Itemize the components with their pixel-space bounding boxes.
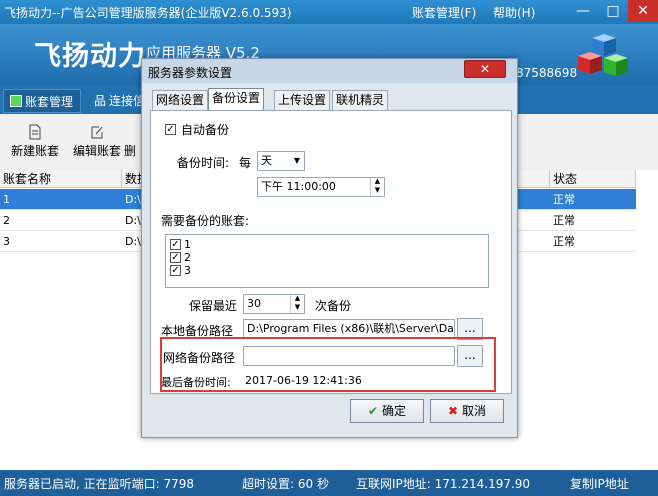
network-icon: 品 [94, 94, 107, 108]
tab-label: 账套管理 [25, 95, 74, 109]
new-document-icon [29, 124, 41, 140]
backup-time-field[interactable]: 下午 11:00:00 ▲ ▼ [257, 177, 385, 197]
cell-name: 1 [0, 189, 122, 210]
accounts-label: 需要备份的账套: [161, 214, 250, 228]
accounts-checklist: ✓ 1 ✓ 2 ✓ 3 [165, 234, 489, 288]
every-label: 每 [239, 156, 252, 170]
account-name: 3 [184, 264, 191, 277]
column-header-name[interactable]: 账套名称 [0, 170, 122, 188]
x-icon: ✖ [447, 404, 459, 418]
server-settings-dialog: 服务器参数设置 ✕ 网络设置 备份设置 上传设置 联机精灵 ✓ 自动备份 备份时… [141, 58, 518, 438]
account-checkbox[interactable]: ✓ [170, 239, 181, 250]
timeout-status: 超时设置: 60 秒 [242, 477, 329, 491]
cell-name: 2 [0, 210, 122, 231]
cell-status: 正常 [550, 231, 636, 252]
cell-status: 正常 [550, 189, 636, 210]
spinner-arrows-icon[interactable]: ▲ ▼ [370, 178, 384, 196]
copy-ip-button[interactable]: 复制IP地址 [570, 475, 629, 492]
keep-count-stepper[interactable]: 30 ▲ ▼ [243, 294, 305, 314]
cancel-button[interactable]: ✖ 取消 [430, 399, 504, 423]
edit-icon [91, 126, 103, 139]
new-account-label: 新建账套 [10, 144, 59, 158]
keep-label: 保留最近 [189, 299, 238, 313]
account-checkbox[interactable]: ✓ [170, 265, 181, 276]
grid-icon [10, 95, 22, 107]
frequency-select[interactable]: 天 ▼ [257, 151, 305, 171]
edit-account-label: 编辑账套 [72, 144, 121, 158]
backup-time-label: 备份时间: [177, 156, 230, 170]
cancel-label: 取消 [462, 404, 487, 418]
account-checkbox[interactable]: ✓ [170, 252, 181, 263]
tab-account-management[interactable]: 账套管理 [3, 89, 81, 113]
time-value: 下午 11:00:00 [261, 180, 336, 193]
server-status: 服务器已启动, 正在监听端口: 7798 [4, 477, 195, 491]
keep-value: 30 [247, 297, 261, 310]
cell-status: 正常 [550, 210, 636, 231]
tab-label: 连接信 [109, 94, 146, 108]
highlight-box [160, 337, 496, 392]
spinner-arrows-icon[interactable]: ▲ ▼ [290, 295, 304, 313]
local-path-input[interactable]: D:\Program Files (x86)\联机\Server\Data\B [243, 319, 455, 339]
status-bar: 服务器已启动, 正在监听端口: 7798 超时设置: 60 秒 互联网IP地址:… [0, 470, 658, 496]
tab-upload-settings[interactable]: 上传设置 [274, 90, 331, 110]
new-account-button[interactable]: 新建账套 [4, 124, 66, 164]
cell-name: 3 [0, 231, 122, 252]
tab-network-settings[interactable]: 网络设置 [152, 90, 209, 110]
column-header-status[interactable]: 状态 [550, 170, 636, 188]
delete-account-button[interactable]: 删 [118, 124, 142, 164]
dialog-title: 服务器参数设置 [148, 66, 233, 80]
ok-label: 确定 [382, 404, 407, 418]
close-button[interactable]: ✕ [628, 0, 658, 22]
tab-backup-settings[interactable]: 备份设置 [208, 88, 265, 111]
minimize-button[interactable]: — [568, 0, 598, 22]
cubes-logo-icon [578, 34, 628, 76]
tab-connections[interactable]: 品连接信 [88, 89, 148, 113]
check-icon: ✔ [367, 404, 379, 418]
dialog-close-button[interactable]: ✕ [464, 60, 506, 78]
delete-account-label: 删 [123, 144, 136, 158]
account-name: 1 [184, 238, 191, 251]
chevron-down-icon: ▼ [293, 156, 300, 165]
app-title: 飞扬动力--广告公司管理版服务器(企业版V2.6.0.593) [4, 6, 292, 20]
title-bar: 飞扬动力--广告公司管理版服务器(企业版V2.6.0.593) 账套管理(F) … [0, 0, 658, 24]
dialog-title-bar: 服务器参数设置 ✕ [142, 59, 517, 83]
menu-help[interactable]: 帮助(H) [493, 4, 535, 21]
maximize-button[interactable]: □ [598, 0, 628, 22]
frequency-value: 天 [261, 154, 272, 167]
tab-online-wizard[interactable]: 联机精灵 [332, 90, 389, 110]
ok-button[interactable]: ✔ 确定 [350, 399, 424, 423]
brand-logo-text: 飞扬动力 [34, 41, 146, 72]
menu-account[interactable]: 账套管理(F) [412, 4, 476, 21]
keep-unit-label: 次备份 [315, 299, 352, 313]
account-name: 2 [184, 251, 191, 264]
auto-backup-label: 自动备份 [181, 123, 230, 137]
auto-backup-checkbox[interactable]: ✓ [165, 124, 176, 135]
ip-status: 互联网IP地址: 171.214.197.90 [356, 477, 531, 491]
banner-phone: 87588698 [516, 66, 578, 80]
